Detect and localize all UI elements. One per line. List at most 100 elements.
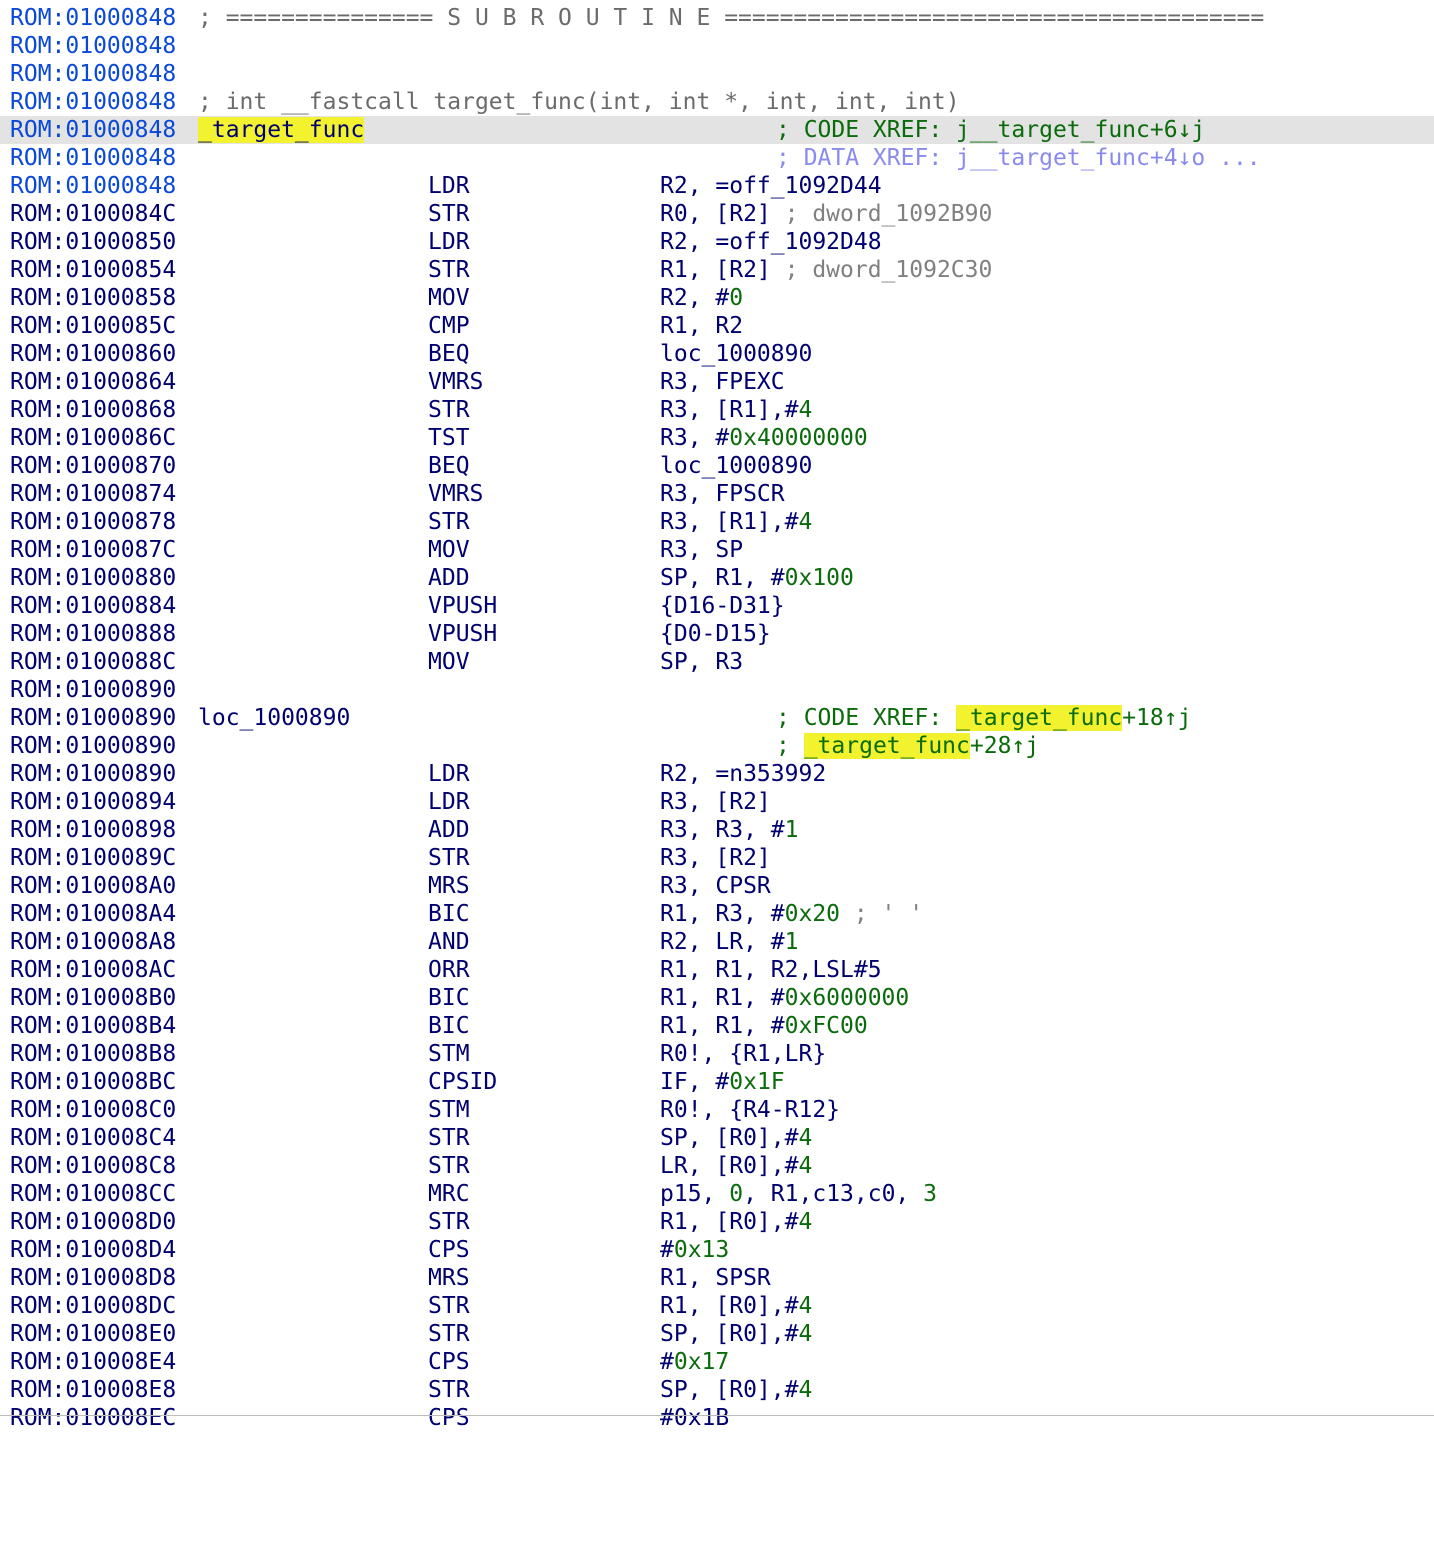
mnemonic[interactable]: BEQ	[428, 340, 470, 368]
mnemonic[interactable]: STR	[428, 1208, 470, 1236]
operands[interactable]: {D0-D15}	[660, 620, 771, 648]
instruction-row[interactable]: ROM:0100086C TST R3, #0x40000000	[0, 424, 1434, 452]
operands[interactable]: R2, LR, #1	[660, 928, 798, 956]
mnemonic[interactable]: BIC	[428, 900, 470, 928]
instruction-row[interactable]: ROM:01000864 VMRS R3, FPEXC	[0, 368, 1434, 396]
instruction-row[interactable]: ROM:010008D0 STR R1, [R0],#4	[0, 1208, 1434, 1236]
operands[interactable]: R1, R1, R2,LSL#5	[660, 956, 882, 984]
operands[interactable]: {D16-D31}	[660, 592, 785, 620]
instruction-row[interactable]: ROM:01000888 VPUSH {D0-D15}	[0, 620, 1434, 648]
instruction-row[interactable]: ROM:0100087C MOV R3, SP	[0, 536, 1434, 564]
operands[interactable]: R3, R3, #1	[660, 816, 798, 844]
instruction-row[interactable]: ROM:01000854 STR R1, [R2] ; dword_1092C30	[0, 256, 1434, 284]
mnemonic[interactable]: STM	[428, 1040, 470, 1068]
instruction-row[interactable]: ROM:01000870 BEQ loc_1000890	[0, 452, 1434, 480]
operands[interactable]: R3, [R1],#4	[660, 508, 812, 536]
instruction-row[interactable]: ROM:0100088C MOV SP, R3	[0, 648, 1434, 676]
operands[interactable]: R1, R2	[660, 312, 743, 340]
operands[interactable]: R3, [R1],#4	[660, 396, 812, 424]
operands[interactable]: R1, SPSR	[660, 1264, 771, 1292]
instruction-row[interactable]: ROM:010008E4 CPS #0x17	[0, 1348, 1434, 1376]
mnemonic[interactable]: ORR	[428, 956, 470, 984]
operands[interactable]: SP, [R0],#4	[660, 1320, 812, 1348]
operands[interactable]: R0, [R2] ; dword_1092B90	[660, 200, 992, 228]
code-xref[interactable]: ; CODE XREF: _target_func+18↑j	[776, 704, 1191, 732]
instruction-row[interactable]: ROM:010008B4 BIC R1, R1, #0xFC00	[0, 1012, 1434, 1040]
instruction-row[interactable]: ROM:010008E0 STR SP, [R0],#4	[0, 1320, 1434, 1348]
operands[interactable]: R1, R1, #0xFC00	[660, 1012, 868, 1040]
operands[interactable]: SP, [R0],#4	[660, 1124, 812, 1152]
mnemonic[interactable]: STR	[428, 1292, 470, 1320]
instruction-row[interactable]: ROM:01000880 ADD SP, R1, #0x100	[0, 564, 1434, 592]
operands[interactable]: R3, [R2]	[660, 844, 771, 872]
mnemonic[interactable]: CPS	[428, 1236, 470, 1264]
instruction-row[interactable]: ROM:010008C8 STR LR, [R0],#4	[0, 1152, 1434, 1180]
mnemonic[interactable]: LDR	[428, 788, 470, 816]
instruction-row[interactable]: ROM:01000878 STR R3, [R1],#4	[0, 508, 1434, 536]
instruction-row[interactable]: ROM:010008A4 BIC R1, R3, #0x20 ; ' '	[0, 900, 1434, 928]
operands[interactable]: SP, R3	[660, 648, 743, 676]
listing-line-selected[interactable]: ROM:01000848 _target_func ; CODE XREF: j…	[0, 116, 1434, 144]
mnemonic[interactable]: VMRS	[428, 480, 483, 508]
operands[interactable]: R3, [R2]	[660, 788, 771, 816]
mnemonic[interactable]: ADD	[428, 564, 470, 592]
mnemonic[interactable]: STR	[428, 396, 470, 424]
instruction-row[interactable]: ROM:01000868 STR R3, [R1],#4	[0, 396, 1434, 424]
instruction-row[interactable]: ROM:01000894 LDR R3, [R2]	[0, 788, 1434, 816]
operands[interactable]: SP, R1, #0x100	[660, 564, 854, 592]
instruction-row[interactable]: ROM:010008A8 AND R2, LR, #1	[0, 928, 1434, 956]
listing-line[interactable]: ROM:01000848	[0, 60, 1434, 88]
operands[interactable]: R1, [R2] ; dword_1092C30	[660, 256, 992, 284]
function-label[interactable]: _target_func	[198, 116, 365, 144]
mnemonic[interactable]: CPS	[428, 1404, 470, 1432]
instruction-row[interactable]: ROM:0100084C STR R0, [R2] ; dword_1092B90	[0, 200, 1434, 228]
instruction-row[interactable]: ROM:010008AC ORR R1, R1, R2,LSL#5	[0, 956, 1434, 984]
mnemonic[interactable]: CMP	[428, 312, 470, 340]
listing-line[interactable]: ROM:01000848 ; =============== S U B R O…	[0, 4, 1434, 32]
mnemonic[interactable]: MRS	[428, 1264, 470, 1292]
instruction-row[interactable]: ROM:010008CC MRC p15, 0, R1,c13,c0, 3	[0, 1180, 1434, 1208]
operands[interactable]: LR, [R0],#4	[660, 1152, 812, 1180]
instruction-row[interactable]: ROM:010008B0 BIC R1, R1, #0x6000000	[0, 984, 1434, 1012]
instruction-row[interactable]: ROM:0100089C STR R3, [R2]	[0, 844, 1434, 872]
listing-line[interactable]: ROM:01000848 ; int __fastcall target_fun…	[0, 88, 1434, 116]
mnemonic[interactable]: BEQ	[428, 452, 470, 480]
mnemonic[interactable]: STM	[428, 1096, 470, 1124]
instruction-row[interactable]: ROM:010008B8 STM R0!, {R1,LR}	[0, 1040, 1434, 1068]
instruction-row[interactable]: ROM:010008D4 CPS #0x13	[0, 1236, 1434, 1264]
mnemonic[interactable]: AND	[428, 928, 470, 956]
mnemonic[interactable]: BIC	[428, 1012, 470, 1040]
mnemonic[interactable]: STR	[428, 256, 470, 284]
mnemonic[interactable]: MRS	[428, 872, 470, 900]
mnemonic[interactable]: STR	[428, 1320, 470, 1348]
mnemonic[interactable]: ADD	[428, 816, 470, 844]
instruction-row[interactable]: ROM:01000898 ADD R3, R3, #1	[0, 816, 1434, 844]
operands[interactable]: p15, 0, R1,c13,c0, 3	[660, 1180, 937, 1208]
xref-target[interactable]: _target_func	[956, 705, 1123, 731]
mnemonic[interactable]: STR	[428, 200, 470, 228]
instruction-row[interactable]: ROM:01000860 BEQ loc_1000890	[0, 340, 1434, 368]
mnemonic[interactable]: LDR	[428, 172, 470, 200]
mnemonic[interactable]: LDR	[428, 760, 470, 788]
mnemonic[interactable]: MOV	[428, 284, 470, 312]
listing-line[interactable]: ROM:01000848	[0, 32, 1434, 60]
instruction-row[interactable]: ROM:01000874 VMRS R3, FPSCR	[0, 480, 1434, 508]
operands[interactable]: SP, [R0],#4	[660, 1376, 812, 1404]
mnemonic[interactable]: LDR	[428, 228, 470, 256]
mnemonic[interactable]: STR	[428, 1152, 470, 1180]
listing-line[interactable]: ROM:01000890 ; _target_func+28↑j	[0, 732, 1434, 760]
operands[interactable]: loc_1000890	[660, 340, 812, 368]
mnemonic[interactable]: BIC	[428, 984, 470, 1012]
mnemonic[interactable]: STR	[428, 844, 470, 872]
operands[interactable]: R2, #0	[660, 284, 743, 312]
code-xref[interactable]: ; CODE XREF: j__target_func+6↓j	[776, 116, 1205, 144]
operands[interactable]: loc_1000890	[660, 452, 812, 480]
operands[interactable]: R1, [R0],#4	[660, 1208, 812, 1236]
operands[interactable]: R3, FPEXC	[660, 368, 785, 396]
operands[interactable]: R2, =n353992	[660, 760, 826, 788]
mnemonic[interactable]: STR	[428, 508, 470, 536]
mnemonic[interactable]: STR	[428, 1376, 470, 1404]
operands[interactable]: #0x17	[660, 1348, 729, 1376]
operands[interactable]: R3, FPSCR	[660, 480, 785, 508]
operands[interactable]: R3, CPSR	[660, 872, 771, 900]
